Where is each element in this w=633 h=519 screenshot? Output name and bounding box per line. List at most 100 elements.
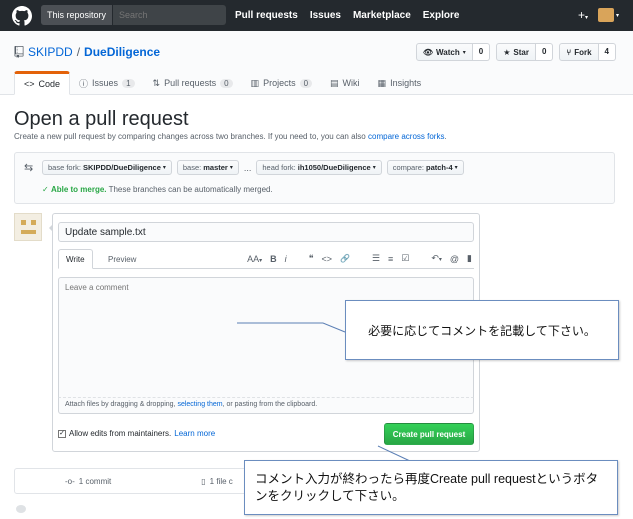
tab-code[interactable]: <> Code xyxy=(14,71,71,95)
tab-write[interactable]: Write xyxy=(58,249,93,269)
tab-label: Issues xyxy=(92,78,119,88)
tab-pull-requests[interactable]: ⇅ Pull requests 0 xyxy=(144,71,242,95)
pr-title-input[interactable] xyxy=(58,222,474,242)
allow-edits-option: ✓ Allow edits from maintainers. Learn mo… xyxy=(58,429,215,438)
merge-status-ok: Able to merge. xyxy=(50,185,107,194)
compare-icon: ⇆ xyxy=(24,162,34,174)
tab-label: Wiki xyxy=(342,78,360,88)
ordered-list-icon[interactable]: ≡ xyxy=(388,254,393,264)
code-icon[interactable]: <> xyxy=(321,254,332,264)
star-button[interactable]: ★ Star xyxy=(496,43,536,61)
graph-icon: ▦ xyxy=(377,77,387,88)
nav-pull-requests[interactable]: Pull requests xyxy=(235,10,298,21)
files-changed-count[interactable]: ▯ 1 file c xyxy=(201,477,233,486)
nav-issues[interactable]: Issues xyxy=(310,10,341,21)
compare-across-forks-link[interactable]: compare across forks xyxy=(368,132,444,141)
user-avatar-large xyxy=(14,213,42,241)
fork-count[interactable]: 4 xyxy=(598,43,616,61)
repo-owner-link[interactable]: SKIPDD xyxy=(28,45,73,59)
chevron-down-icon: ▾ xyxy=(162,165,166,171)
files-label: 1 file c xyxy=(209,476,233,486)
tab-label: Projects xyxy=(263,78,296,88)
tab-counter: 0 xyxy=(220,78,233,88)
chevron-down-icon: ▾ xyxy=(615,12,619,19)
file-icon: ▯ xyxy=(201,476,206,486)
search-box[interactable]: This repository xyxy=(41,5,226,25)
select-prefix: base fork: xyxy=(48,163,81,172)
tab-wiki[interactable]: ▤ Wiki xyxy=(321,71,369,95)
reply-icon[interactable]: ↶▾ xyxy=(431,253,442,264)
user-menu-area: +▾ ▾ xyxy=(578,8,619,22)
mention-icon[interactable]: @ xyxy=(450,254,459,264)
link-icon[interactable]: 🔗 xyxy=(340,254,350,263)
watch-count[interactable]: 0 xyxy=(472,43,491,61)
tab-insights[interactable]: ▦ Insights xyxy=(369,71,431,95)
tab-issues[interactable]: ⓘ Issues 1 xyxy=(70,71,143,95)
tab-preview[interactable]: Preview xyxy=(101,249,143,269)
select-prefix: base: xyxy=(182,163,202,172)
italic-icon[interactable]: i xyxy=(285,254,287,264)
commits-count[interactable]: -o- 1 commit xyxy=(65,477,111,486)
search-input[interactable] xyxy=(113,10,224,20)
chevron-down-icon: ▾ xyxy=(462,49,466,56)
merge-status: ✓ Able to merge. These branches can be a… xyxy=(42,185,273,194)
chevron-down-icon: ▾ xyxy=(584,15,588,21)
repo-name-link[interactable]: DueDiligence xyxy=(84,45,160,59)
global-nav: Pull requests Issues Marketplace Explore xyxy=(235,10,459,21)
fork-button[interactable]: ⑂ Fork xyxy=(559,43,599,61)
task-list-icon[interactable]: ☑ xyxy=(401,253,409,264)
base-branch-select[interactable]: base: master ▾ xyxy=(176,160,239,175)
repo-title: SKIPDD / DueDiligence xyxy=(14,45,160,59)
code-icon: <> xyxy=(24,79,35,89)
page-title: Open a pull request xyxy=(14,108,189,130)
plus-icon: + xyxy=(577,8,585,22)
callout-create-hint: コメント入力が終わったら再度Create pull requestというボタンを… xyxy=(244,460,618,515)
bold-icon[interactable]: B xyxy=(270,254,277,264)
tab-label: Code xyxy=(38,79,61,89)
tab-label: Pull requests xyxy=(164,78,217,88)
repo-nav-tabs: <> Code ⓘ Issues 1 ⇅ Pull requests 0 ▥ Project… xyxy=(14,71,430,95)
repo-actions: 👁 Watch ▾ 0 ★ Star 0 ⑂ Fork 4 xyxy=(415,43,616,61)
allow-edits-checkbox[interactable]: ✓ xyxy=(58,429,66,438)
github-logo-icon[interactable] xyxy=(12,6,32,26)
nav-marketplace[interactable]: Marketplace xyxy=(353,10,411,21)
tab-projects[interactable]: ▥ Projects 0 xyxy=(242,71,321,95)
unordered-list-icon[interactable]: ☰ xyxy=(372,253,380,264)
callout-comment-hint: 必要に応じてコメントを記載して下さい。 xyxy=(345,300,619,360)
star-label: Star xyxy=(513,47,529,57)
editor-tabs: Write Preview AA▾ B i ❝ <> 🔗 ☰ ≡ ☑ ↶▾ @ … xyxy=(58,249,474,269)
learn-more-link[interactable]: Learn more xyxy=(174,429,215,438)
select-prefix: compare: xyxy=(392,163,424,172)
quote-icon[interactable]: ❝ xyxy=(309,253,314,264)
select-value: SKIPDD/DueDiligence xyxy=(82,163,161,172)
tab-counter: 0 xyxy=(299,78,313,88)
repo-icon xyxy=(14,46,24,58)
branch-selectors: base fork: SKIPDD/DueDiligence ▾ base: mast… xyxy=(42,160,464,175)
select-prefix: head fork: xyxy=(262,163,296,172)
check-icon: ✓ xyxy=(42,185,49,194)
watch-button[interactable]: 👁 Watch ▾ xyxy=(415,43,473,61)
pull-request-icon: ⇅ xyxy=(152,77,161,88)
header-bar: This repository Pull requests Issues Mar… xyxy=(0,0,633,31)
project-icon: ▥ xyxy=(250,77,260,88)
select-value: patch-4 xyxy=(425,163,453,172)
bookmark-icon[interactable]: ▮ xyxy=(467,253,472,264)
head-fork-select[interactable]: head fork: ih1050/DueDiligence ▾ xyxy=(256,160,382,175)
tab-counter: 1 xyxy=(122,78,135,88)
star-count[interactable]: 0 xyxy=(535,43,554,61)
header-text-icon[interactable]: AA▾ xyxy=(247,254,262,264)
subtitle-period: . xyxy=(444,132,447,141)
create-new-menu[interactable]: +▾ xyxy=(578,8,588,22)
nav-explore[interactable]: Explore xyxy=(423,10,460,21)
attach-text-end: , or pasting from the clipboard. xyxy=(222,401,318,408)
attach-files-bar[interactable]: Attach files by dragging & dropping, sel… xyxy=(58,398,474,414)
create-pull-request-button[interactable]: Create pull request xyxy=(384,423,474,445)
search-scope-label: This repository xyxy=(41,5,114,25)
base-fork-select[interactable]: base fork: SKIPDD/DueDiligence ▾ xyxy=(42,160,172,175)
user-menu[interactable]: ▾ xyxy=(597,8,619,22)
select-files-link[interactable]: selecting them xyxy=(177,401,222,408)
subtitle-text: Create a new pull request by comparing c… xyxy=(14,132,366,141)
allow-edits-label: Allow edits from maintainers. xyxy=(69,429,172,438)
compare-branch-select[interactable]: compare: patch-4 ▾ xyxy=(386,160,464,175)
markdown-toolbar: AA▾ B i ❝ <> 🔗 ☰ ≡ ☑ ↶▾ @ ▮ xyxy=(247,253,472,264)
